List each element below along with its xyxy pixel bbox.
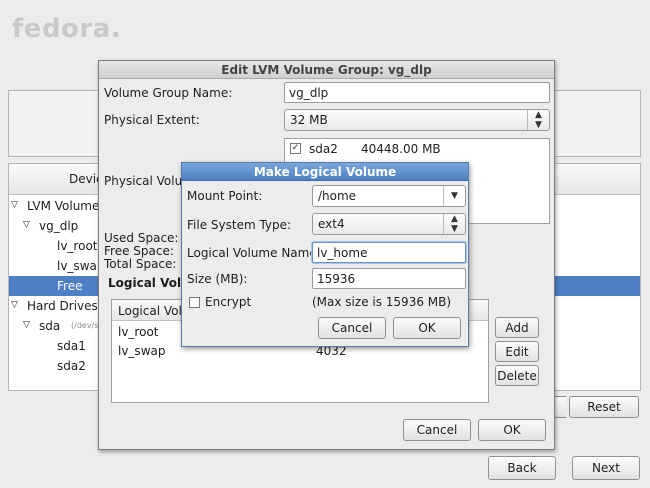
tree-row-label: sda bbox=[39, 319, 61, 333]
physical-extent-label: Physical Extent: bbox=[104, 113, 200, 127]
lv-dialog-titlebar[interactable]: Make Logical Volume bbox=[182, 163, 468, 181]
physical-extent-value: 32 MB bbox=[290, 113, 328, 127]
expander-triangle-icon[interactable]: ▽ bbox=[23, 220, 37, 230]
size-mb-label: Size (MB): bbox=[187, 272, 248, 286]
reset-button[interactable]: Reset bbox=[569, 396, 639, 418]
expander-triangle-icon[interactable]: ▽ bbox=[11, 200, 25, 210]
encrypt-label: Encrypt bbox=[205, 295, 252, 309]
fedora-logo: fedora. bbox=[12, 14, 122, 44]
lv-cancel-button[interactable]: Cancel bbox=[318, 317, 386, 339]
lv-ok-button[interactable]: OK bbox=[393, 317, 461, 339]
tree-row-label: Hard Drives bbox=[27, 299, 98, 313]
filesystem-type-value: ext4 bbox=[318, 217, 345, 231]
size-mb-input[interactable]: 15936 bbox=[312, 268, 466, 289]
delete-lv-button[interactable]: Delete bbox=[495, 365, 539, 386]
logical-volumes-section-label: Logical Volu bbox=[108, 276, 190, 290]
pv-sda2-checkbox[interactable]: ✓ bbox=[290, 143, 301, 154]
lv-name-label: Logical Volume Name: bbox=[187, 246, 321, 260]
lv-dialog-title: Make Logical Volume bbox=[253, 164, 397, 179]
encrypt-checkbox[interactable] bbox=[189, 297, 200, 308]
max-size-note: (Max size is 15936 MB) bbox=[312, 295, 452, 309]
pv-name: sda2 bbox=[309, 142, 338, 156]
mount-point-combo[interactable]: /home ▼ bbox=[312, 185, 466, 207]
edit-lv-button[interactable]: Edit bbox=[495, 341, 539, 362]
updown-arrows-icon: ▲ ▼ bbox=[527, 110, 549, 130]
back-button[interactable]: Back bbox=[488, 456, 556, 480]
total-space-label: Total Space: bbox=[104, 257, 177, 271]
lv-row-name: lv_root bbox=[118, 325, 159, 339]
expander-triangle-icon[interactable]: ▽ bbox=[23, 320, 37, 330]
physical-extent-select[interactable]: 32 MB ▲ ▼ bbox=[284, 109, 550, 131]
vg-dialog-titlebar[interactable]: Edit LVM Volume Group: vg_dlp bbox=[99, 61, 554, 79]
next-button[interactable]: Next bbox=[572, 456, 640, 480]
add-lv-button[interactable]: Add bbox=[495, 317, 539, 338]
vg-dialog-title: Edit LVM Volume Group: vg_dlp bbox=[221, 62, 432, 77]
mount-point-value: /home bbox=[318, 189, 357, 203]
vg-name-input[interactable]: vg_dlp bbox=[284, 82, 550, 103]
used-space-label: Used Space: bbox=[104, 231, 179, 245]
filesystem-type-label: File System Type: bbox=[187, 218, 292, 232]
tree-row-label: lv_root bbox=[57, 239, 98, 253]
lv-table-header-label: Logical Volu bbox=[118, 304, 190, 318]
lv-name-input[interactable]: lv_home bbox=[312, 242, 466, 263]
vg-cancel-button[interactable]: Cancel bbox=[403, 419, 471, 441]
vg-ok-button[interactable]: OK bbox=[478, 419, 546, 441]
tree-row-label: vg_dlp bbox=[39, 219, 79, 233]
free-space-label: Free Space: bbox=[104, 244, 174, 258]
expander-triangle-icon[interactable]: ▽ bbox=[11, 300, 25, 310]
vg-name-label: Volume Group Name: bbox=[104, 86, 233, 100]
chevron-down-icon[interactable]: ▼ bbox=[443, 186, 465, 206]
lv-dialog: Make Logical Volume Mount Point: /home ▼… bbox=[181, 162, 469, 347]
lv-row-name: lv_swap bbox=[118, 344, 166, 358]
tree-row-label: sda1 bbox=[57, 339, 86, 353]
filesystem-type-select[interactable]: ext4 ▲ ▼ bbox=[312, 213, 466, 235]
pv-size: 40448.00 MB bbox=[361, 142, 441, 156]
tree-row-label: sda2 bbox=[57, 359, 86, 373]
mount-point-label: Mount Point: bbox=[187, 189, 263, 203]
tree-row-label: Free bbox=[57, 279, 83, 293]
updown-arrows-icon: ▲ ▼ bbox=[443, 214, 465, 234]
